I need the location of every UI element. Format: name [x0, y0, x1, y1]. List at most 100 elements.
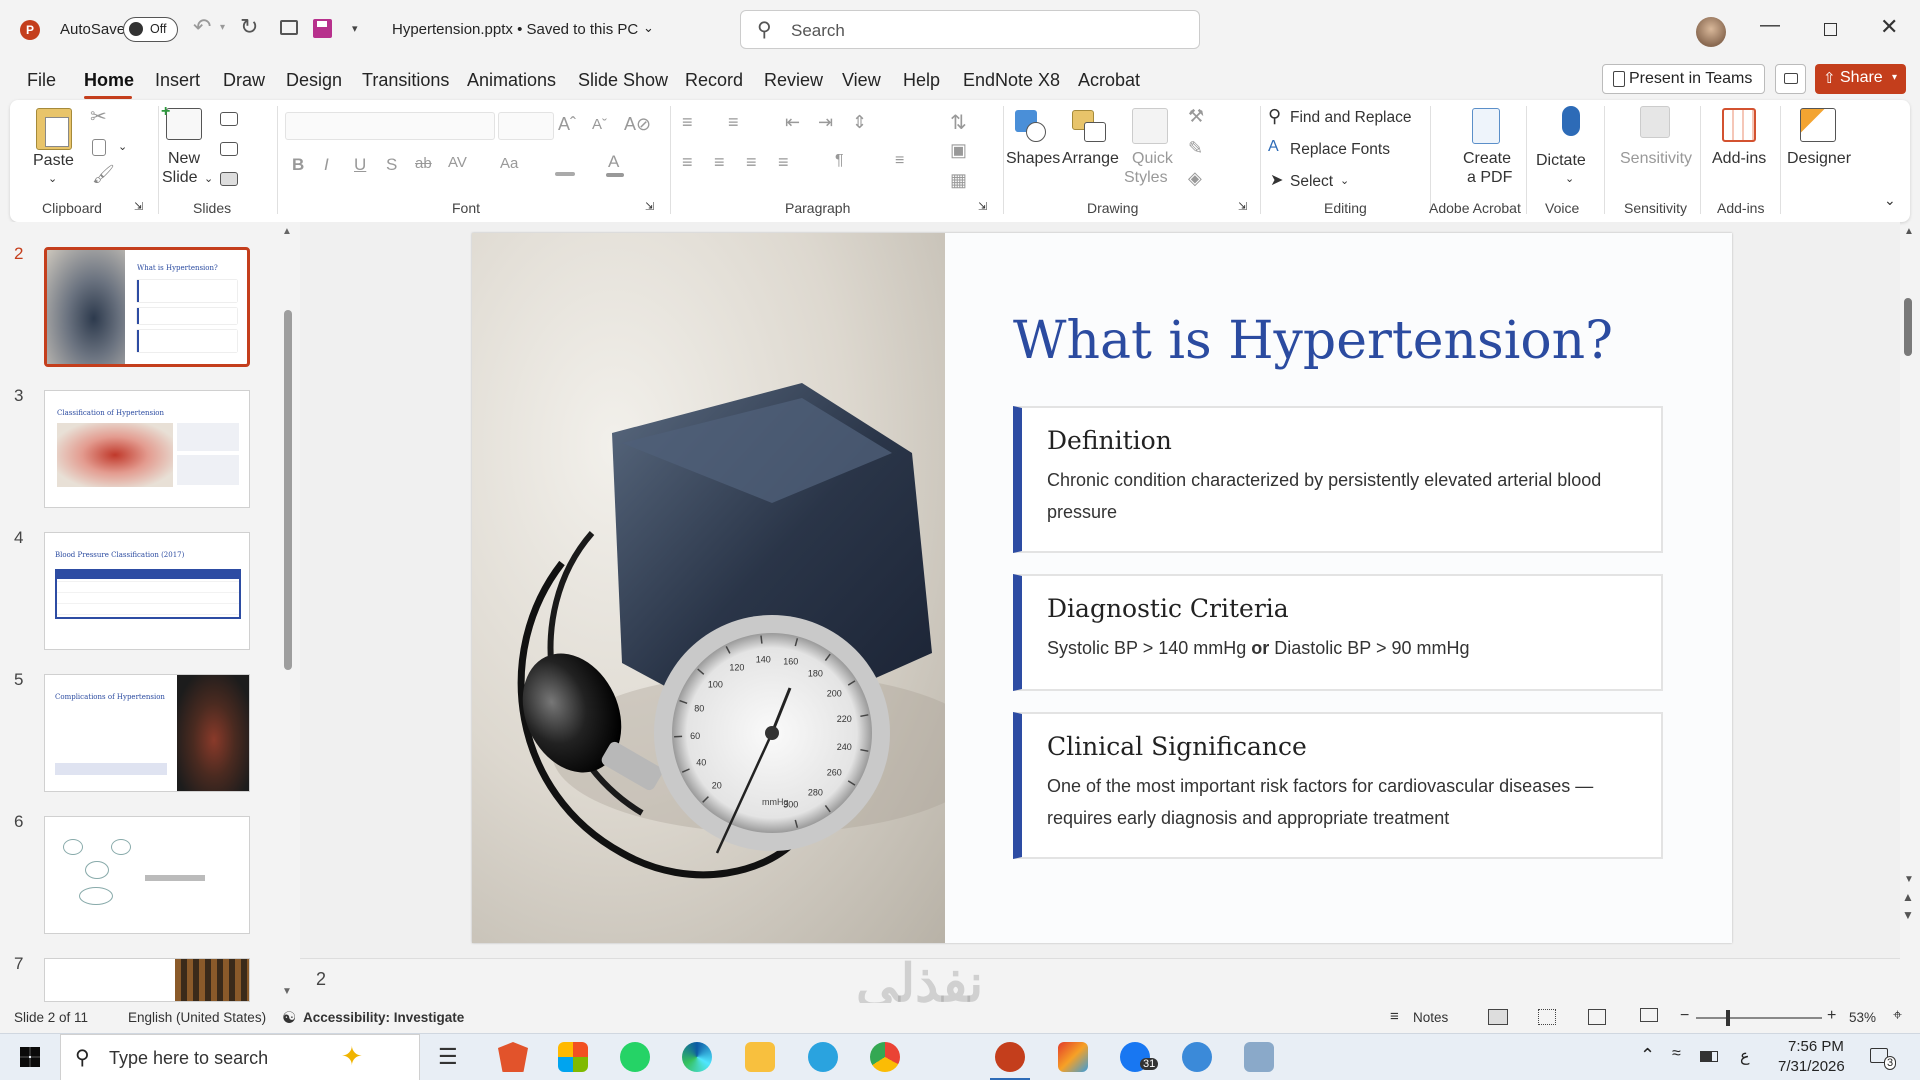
tab-transitions[interactable]: Transitions [362, 70, 449, 91]
wifi-icon[interactable]: ≈ [1672, 1045, 1681, 1063]
notes-pane[interactable]: 2 [300, 958, 1900, 1003]
slide-thumbnail-2[interactable]: What is Hypertension? [44, 247, 250, 367]
tab-record[interactable]: Record [685, 70, 743, 91]
new-slide-label-2[interactable]: Slide [162, 169, 198, 187]
tab-home[interactable]: Home [84, 70, 134, 91]
edit-scroll-down-icon[interactable]: ▼ [1904, 874, 1914, 885]
styles-label[interactable]: Styles [1124, 169, 1168, 187]
present-in-teams-button[interactable]: Present in Teams [1602, 64, 1765, 94]
italic-icon[interactable]: I [324, 155, 329, 175]
select-label[interactable]: Select [1290, 173, 1333, 191]
office-icon[interactable] [1058, 1042, 1088, 1072]
slide-thumbnail-7[interactable] [44, 958, 250, 1002]
decrease-indent-icon[interactable]: ⇤ [785, 112, 800, 133]
brave-icon[interactable] [498, 1042, 528, 1072]
sensitivity-icon[interactable] [1640, 106, 1670, 138]
clear-format-icon[interactable]: A⊘ [624, 114, 651, 135]
new-slide-label[interactable]: New [168, 150, 200, 168]
notes-icon[interactable]: ≡ [1390, 1008, 1399, 1025]
text-direction-icon[interactable]: ¶ [835, 152, 844, 170]
share-button[interactable]: ⇧ Share ▾ [1815, 64, 1906, 94]
slide-thumbnail-3[interactable]: Classification of Hypertension [44, 390, 250, 508]
input-language[interactable]: ع [1740, 1046, 1750, 1066]
select-icon[interactable]: ➤ [1270, 170, 1283, 190]
font-size-box[interactable] [498, 112, 554, 140]
find-icon[interactable]: ⚲ [1268, 106, 1281, 127]
present-from-start-icon[interactable] [280, 20, 298, 35]
slideshow-view-icon[interactable] [1640, 1008, 1658, 1022]
arrange-label[interactable]: Arrange [1062, 150, 1119, 168]
zoom-in-icon[interactable]: + [1827, 1007, 1836, 1025]
bold-icon[interactable]: B [292, 155, 304, 175]
replace-fonts-label[interactable]: Replace Fonts [1290, 141, 1390, 159]
new-slide-dropdown-icon[interactable]: ⌄ [204, 172, 213, 185]
tab-acrobat[interactable]: Acrobat [1078, 70, 1140, 91]
redo-icon[interactable]: ↻ [240, 14, 258, 40]
shape-fill-icon[interactable]: ⚒ [1188, 106, 1204, 127]
clipboard-launcher-icon[interactable]: ⇲ [134, 200, 143, 213]
drawing-launcher-icon[interactable]: ⇲ [1238, 200, 1247, 213]
line-spacing-icon[interactable]: ⇕ [852, 112, 867, 133]
paste-icon[interactable] [36, 108, 72, 150]
undo-icon[interactable]: ↶ [193, 14, 211, 40]
thumb-scrollbar-thumb[interactable] [284, 310, 292, 670]
slide-sorter-icon[interactable] [1538, 1009, 1556, 1025]
underline-icon[interactable]: U [354, 155, 366, 175]
collapse-ribbon-icon[interactable]: ⌄ [1884, 192, 1896, 209]
char-spacing-icon[interactable]: AV [448, 154, 467, 171]
highlight-icon[interactable] [555, 172, 575, 176]
task-view-icon[interactable]: ☰ [438, 1044, 458, 1070]
tab-animations[interactable]: Animations [467, 70, 556, 91]
edit-scrollbar-thumb[interactable] [1904, 298, 1912, 356]
dictate-dropdown-icon[interactable]: ⌄ [1565, 172, 1574, 185]
font-launcher-icon[interactable]: ⇲ [645, 200, 654, 213]
user-avatar[interactable] [1696, 17, 1726, 47]
title-dropdown-icon[interactable]: ⌄ [643, 20, 654, 36]
remote-desktop-icon[interactable] [1244, 1042, 1274, 1072]
quick-styles-icon[interactable] [1132, 108, 1168, 144]
slide-canvas[interactable]: 20 40 60 80 100 120 140 160 180 200 220 240 260 280 30… [472, 233, 1732, 943]
copy-icon[interactable] [92, 139, 106, 156]
grow-font-icon[interactable]: Aˆ [558, 114, 576, 135]
format-painter-icon[interactable]: 🖌 [92, 164, 115, 185]
whatsapp-icon[interactable] [620, 1042, 650, 1072]
justify-icon[interactable]: ≡ [778, 152, 789, 173]
shadow-icon[interactable]: S [386, 155, 397, 175]
replace-fonts-icon[interactable]: A [1268, 138, 1279, 156]
restore-icon[interactable] [1824, 23, 1837, 36]
layout-icon[interactable] [220, 112, 238, 126]
autosave-toggle[interactable]: Off [123, 17, 178, 42]
shrink-font-icon[interactable]: Aˇ [592, 116, 607, 133]
tab-insert[interactable]: Insert [155, 70, 200, 91]
slide-count[interactable]: Slide 2 of 11 [14, 1010, 88, 1025]
clock-date[interactable]: 7/31/2026 [1778, 1058, 1845, 1075]
shapes-label[interactable]: Shapes [1006, 150, 1060, 168]
chrome-icon[interactable] [870, 1042, 900, 1072]
create-label[interactable]: Create [1463, 150, 1511, 168]
strikethrough-icon[interactable]: ab [415, 155, 432, 172]
select-dropdown-icon[interactable]: ⌄ [1340, 174, 1349, 187]
designer-label[interactable]: Designer [1787, 150, 1851, 168]
bullets-icon[interactable]: ≡ [682, 112, 693, 133]
save-icon[interactable] [313, 19, 332, 38]
battery-icon[interactable] [1700, 1051, 1718, 1062]
edit-scroll-up-icon[interactable]: ▲ [1904, 226, 1914, 237]
customize-qat-icon[interactable]: ▾ [352, 22, 358, 35]
smartart-icon[interactable]: ▦ [950, 170, 967, 191]
increase-indent-icon[interactable]: ⇥ [818, 112, 833, 133]
align-center-icon[interactable]: ≡ [714, 152, 725, 173]
zoom-slider-thumb[interactable] [1726, 1010, 1730, 1026]
prev-slide-icon[interactable]: ▲ [1902, 890, 1914, 904]
tab-slide-show[interactable]: Slide Show [578, 70, 668, 91]
create-pdf-icon[interactable] [1472, 108, 1500, 144]
microsoft-store-icon[interactable] [558, 1042, 588, 1072]
tab-file[interactable]: File [27, 70, 56, 91]
quick-label[interactable]: Quick [1132, 150, 1173, 168]
paragraph-launcher-icon[interactable]: ⇲ [978, 200, 987, 213]
designer-icon[interactable] [1800, 108, 1836, 142]
addins-icon[interactable] [1722, 108, 1756, 142]
align-right-icon[interactable]: ≡ [746, 152, 757, 173]
tab-design[interactable]: Design [286, 70, 342, 91]
network-app-icon[interactable] [1182, 1042, 1212, 1072]
slide-title[interactable]: What is Hypertension? [1013, 311, 1613, 371]
